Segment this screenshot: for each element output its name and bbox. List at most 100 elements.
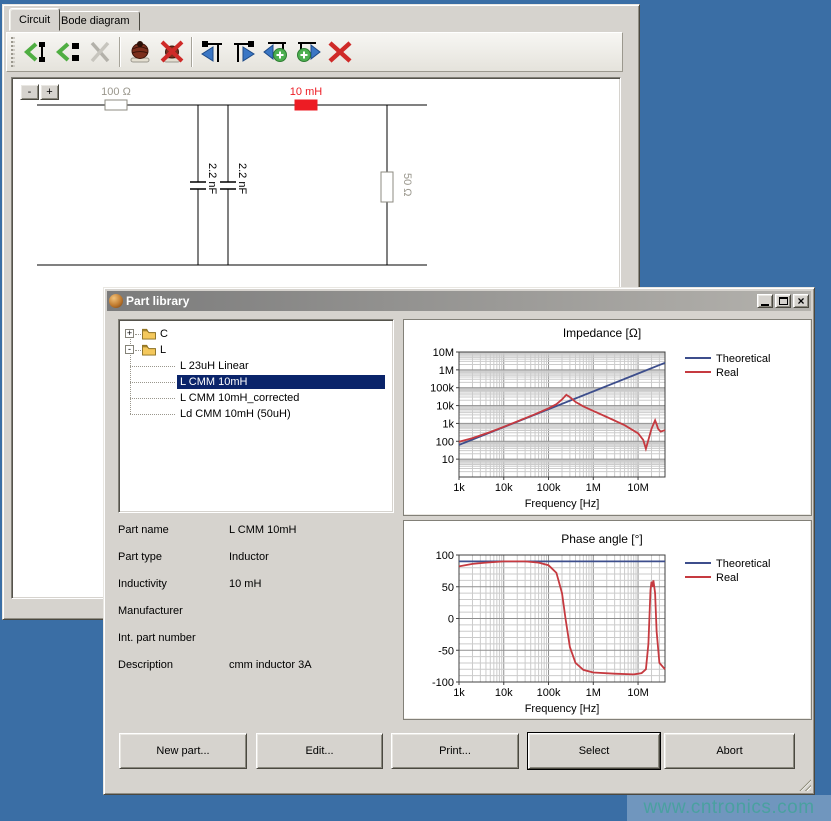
svg-text:-100: -100 xyxy=(432,677,454,689)
svg-text:Theoretical: Theoretical xyxy=(716,353,770,365)
tab-bode-diagram[interactable]: Bode diagram xyxy=(51,11,140,31)
close-button[interactable]: × xyxy=(793,294,809,308)
tree-connector xyxy=(130,382,175,383)
svg-text:10k: 10k xyxy=(495,482,513,494)
folder-open-icon xyxy=(141,344,157,356)
minimize-icon xyxy=(761,304,769,306)
svg-text:10M: 10M xyxy=(627,482,648,494)
maximize-button[interactable] xyxy=(775,294,791,308)
delete-probe-button[interactable] xyxy=(324,36,356,68)
move-probe-right-button[interactable] xyxy=(228,36,260,68)
svg-text:0: 0 xyxy=(448,614,454,626)
toolbar-grip[interactable] xyxy=(11,37,15,67)
tree-item[interactable]: L 23uH Linear xyxy=(177,358,252,374)
tab-bode-diagram-label: Bode diagram xyxy=(61,15,130,27)
cut-disabled-icon xyxy=(87,39,113,65)
detail-value-description: cmm inductor 3A xyxy=(229,659,312,671)
tree-item-label: L 23uH Linear xyxy=(177,359,252,373)
part-tree[interactable]: + C - L L 23uH Linear L CMM 10mH xyxy=(118,319,394,513)
svg-text:1k: 1k xyxy=(453,687,465,699)
svg-text:Real: Real xyxy=(716,367,739,379)
detail-label-description: Description xyxy=(118,659,173,671)
probe-right-icon xyxy=(231,39,257,65)
tree-node-c[interactable]: C xyxy=(141,326,171,342)
tree-item-label: L CMM 10mH_corrected xyxy=(177,391,302,405)
move-probe-left-button[interactable] xyxy=(196,36,228,68)
capacitor-c2-label: 2.2 nF xyxy=(236,163,248,194)
tree-node-c-label: C xyxy=(157,327,171,341)
probe-left-icon xyxy=(199,39,225,65)
tree-collapse-l[interactable]: - xyxy=(125,345,134,354)
tree-item-selected[interactable]: L CMM 10mH xyxy=(177,374,385,390)
svg-text:Phase angle [°]: Phase angle [°] xyxy=(561,532,643,546)
detail-label-part-type: Part type xyxy=(118,551,162,563)
tree-connector xyxy=(130,366,175,367)
debug-run-button[interactable] xyxy=(124,36,156,68)
detail-label-manufacturer: Manufacturer xyxy=(118,605,183,617)
svg-text:10M: 10M xyxy=(627,687,648,699)
toolbar-separator xyxy=(191,37,193,67)
zoom-out-label: - xyxy=(28,86,32,98)
impedance-chart: 1k10k100k1M10M10M1M100k10k1k10010Impedan… xyxy=(404,320,811,515)
tree-connector xyxy=(130,398,175,399)
detail-label-part-name: Part name xyxy=(118,524,169,536)
dialog-titlebar[interactable]: Part library × xyxy=(107,291,811,311)
desktop: Circuit Bode diagram xyxy=(0,0,831,821)
tab-circuit[interactable]: Circuit xyxy=(9,8,60,31)
svg-text:1M: 1M xyxy=(586,687,601,699)
svg-text:Frequency [Hz]: Frequency [Hz] xyxy=(525,498,600,510)
resistor-r2-label: 50 Ω xyxy=(401,173,413,197)
abort-button[interactable]: Abort xyxy=(664,733,795,769)
select-label: Select xyxy=(579,745,610,757)
detail-value-part-type: Inductor xyxy=(229,551,269,563)
capacitor-c1-label: 2.2 nF xyxy=(206,163,218,194)
toolbar xyxy=(6,32,623,72)
tree-item-label: L CMM 10mH xyxy=(177,375,385,389)
new-part-button[interactable]: New part... xyxy=(119,733,247,769)
debug-stop-button[interactable] xyxy=(156,36,188,68)
dialog-title: Part library xyxy=(126,294,189,308)
tree-item[interactable]: L CMM 10mH_corrected xyxy=(177,390,302,406)
watermark-band: www.cntronics.com xyxy=(627,795,831,821)
phase-chart-panel: 1k10k100k1M10M100500-50-100Phase angle [… xyxy=(403,520,812,720)
tree-node-l[interactable]: L xyxy=(141,342,169,358)
toolbar-separator xyxy=(119,37,121,67)
delete-icon xyxy=(326,39,354,65)
svg-text:100k: 100k xyxy=(537,687,561,699)
resistor-r1[interactable] xyxy=(105,100,127,110)
insert-component-before-button[interactable] xyxy=(20,36,52,68)
tree-node-l-label: L xyxy=(157,343,169,357)
watermark-text: www.cntronics.com xyxy=(643,797,814,819)
zoom-out-button[interactable]: - xyxy=(20,84,39,100)
select-button[interactable]: Select xyxy=(528,733,660,769)
resistor-r2[interactable] xyxy=(381,172,393,202)
add-probe-right-button[interactable] xyxy=(292,36,324,68)
add-probe-left-button[interactable] xyxy=(260,36,292,68)
inductor-l1-selected[interactable] xyxy=(295,100,317,110)
tree-expand-c[interactable]: + xyxy=(125,329,134,338)
zoom-in-label: + xyxy=(46,86,52,98)
add-probe-left-icon xyxy=(262,39,290,65)
cut-disabled-button[interactable] xyxy=(84,36,116,68)
print-button[interactable]: Print... xyxy=(391,733,519,769)
svg-text:Theoretical: Theoretical xyxy=(716,558,770,570)
no-bug-icon xyxy=(158,39,186,65)
svg-text:1M: 1M xyxy=(586,482,601,494)
impedance-chart-panel: 1k10k100k1M10M10M1M100k10k1k10010Impedan… xyxy=(403,319,812,516)
svg-text:10k: 10k xyxy=(436,401,454,413)
minimize-button[interactable] xyxy=(757,294,773,308)
close-icon: × xyxy=(797,296,804,306)
zoom-in-button[interactable]: + xyxy=(40,84,59,100)
detail-label-inductivity: Inductivity xyxy=(118,578,167,590)
svg-text:10k: 10k xyxy=(495,687,513,699)
resize-grip[interactable] xyxy=(798,778,811,791)
svg-text:Real: Real xyxy=(716,572,739,584)
edit-button[interactable]: Edit... xyxy=(256,733,383,769)
svg-text:Impedance [Ω]: Impedance [Ω] xyxy=(563,326,641,340)
abort-label: Abort xyxy=(716,745,742,757)
tree-connector xyxy=(130,414,175,415)
insert-component-after-button[interactable] xyxy=(52,36,84,68)
maximize-icon xyxy=(779,297,788,305)
add-probe-right-icon xyxy=(294,39,322,65)
tree-item[interactable]: Ld CMM 10mH (50uH) xyxy=(177,406,294,422)
